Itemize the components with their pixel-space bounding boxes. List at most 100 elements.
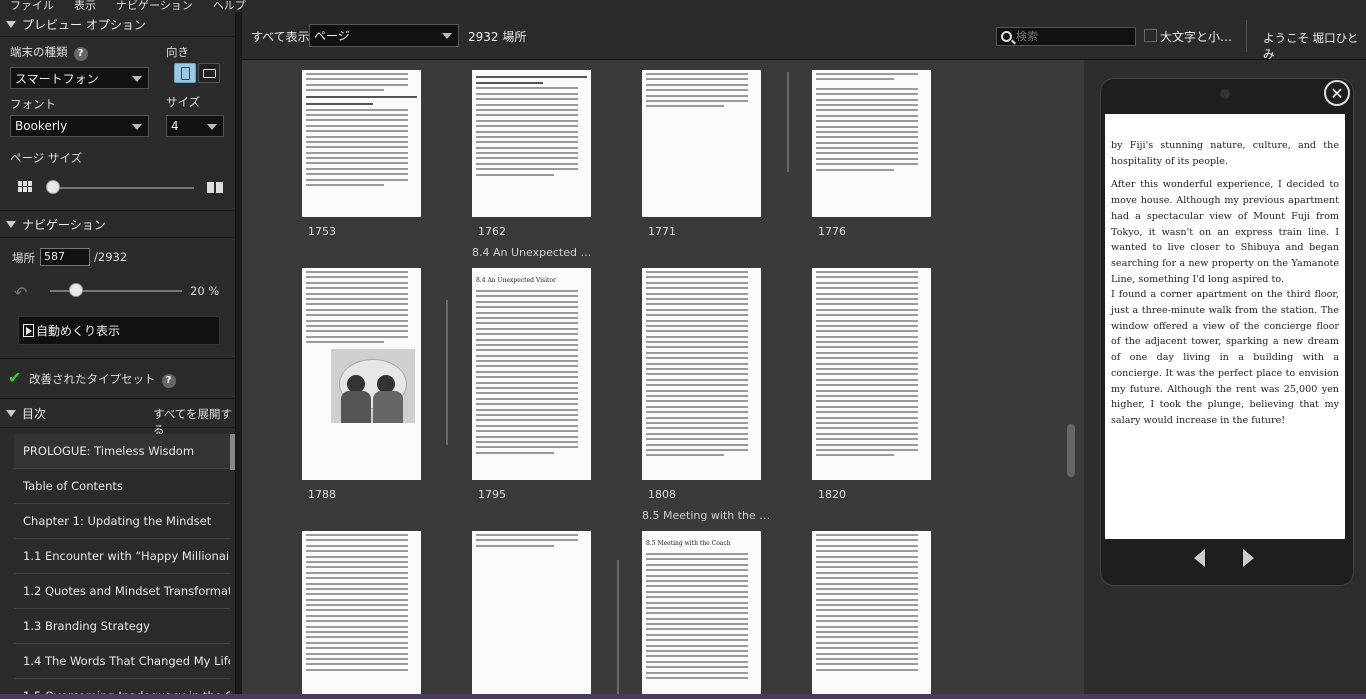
search-box[interactable]	[996, 27, 1136, 46]
toc-item[interactable]: 1.3 Branding Strategy	[14, 609, 230, 644]
previous-page-icon[interactable]	[1194, 549, 1205, 567]
device-preview-pane: ✕ by Fiji's stunning nature, culture, an…	[1084, 60, 1366, 694]
menu-help[interactable]: ヘルプ	[213, 0, 246, 12]
page-number: 1753	[308, 225, 336, 238]
phone-portrait-icon	[181, 67, 190, 80]
page-heading: 8.5 Meeting with the Coach	[646, 540, 731, 547]
preview-paragraph: I found a corner apartment on the third …	[1111, 289, 1339, 426]
match-case-checkbox[interactable]	[1144, 29, 1157, 42]
close-icon[interactable]: ✕	[1324, 80, 1350, 106]
divider	[0, 237, 235, 238]
navigation-header[interactable]: ナビゲーション	[0, 212, 235, 236]
chapter-marker[interactable]: 8.5 Meeting with the …	[642, 509, 770, 522]
phone-frame: ✕ by Fiji's stunning nature, culture, an…	[1100, 78, 1354, 586]
size-select[interactable]: 4	[166, 115, 224, 137]
page-number: 1776	[818, 225, 846, 238]
large-grid-icon[interactable]	[207, 182, 223, 193]
view-mode-select[interactable]: ページ	[309, 24, 459, 47]
show-all-label[interactable]: すべて表示	[251, 28, 310, 45]
page-grid: 1753 1762 1771 1776 8.4 An Unexpected … …	[242, 60, 1084, 694]
device-type-label: 端末の種類?	[10, 44, 88, 61]
page-thumbnail[interactable]: 8.4 An Unexpected Visitor	[472, 268, 591, 480]
help-icon[interactable]: ?	[161, 373, 176, 388]
small-grid-icon[interactable]	[18, 181, 32, 193]
page-thumbnail[interactable]	[472, 70, 591, 217]
chapter-marker[interactable]: 8.4 An Unexpected …	[472, 246, 591, 259]
page-heading: 8.4 An Unexpected Visitor	[476, 277, 556, 284]
preview-paragraph: After this wonderful experience, I decid…	[1111, 179, 1339, 285]
font-select[interactable]: Bookerly	[10, 115, 149, 137]
toolbar: すべて表示 ページ 2932 場所 大文字と小… ようこそ 堀口ひとみ	[242, 12, 1366, 61]
toc-item[interactable]: PROLOGUE: Timeless Wisdom	[14, 434, 230, 469]
orientation-label: 向き	[166, 45, 189, 59]
page-number: 1788	[308, 488, 336, 501]
divider	[0, 398, 235, 399]
device-type-select[interactable]: スマートフォン	[10, 67, 149, 89]
divider	[0, 210, 235, 211]
toc-item[interactable]: 1.4 The Words That Changed My Life…	[14, 644, 230, 679]
page-size-slider-track[interactable]	[52, 187, 194, 189]
progress-percent: 20 %	[190, 284, 220, 298]
menu-navigation[interactable]: ナビゲーション	[116, 0, 193, 12]
menu-file[interactable]: ファイル	[10, 0, 54, 12]
toc-item[interactable]: 1.2 Quotes and Mindset Transformation	[14, 574, 230, 609]
landscape-orientation-button[interactable]	[198, 63, 220, 83]
match-case-label: 大文字と小…	[1160, 30, 1233, 44]
location-input[interactable]: 587	[40, 248, 90, 266]
search-icon	[1001, 31, 1016, 45]
next-page-icon[interactable]	[1243, 549, 1254, 567]
location-count: 2932 場所	[468, 30, 527, 44]
phone-landscape-icon	[203, 69, 216, 78]
page-size-label: ページ サイズ	[10, 151, 83, 165]
checkmark-icon: ✔	[8, 368, 22, 387]
divider	[0, 358, 235, 359]
collapse-triangle-icon	[6, 409, 16, 417]
chapter-separator	[617, 560, 619, 694]
preview-options-header[interactable]: プレビュー オプション	[0, 12, 235, 36]
enhanced-typeset-label: 改善されたタイプセット?	[29, 371, 176, 388]
divider	[0, 36, 235, 37]
page-thumbnail[interactable]	[812, 531, 931, 694]
help-icon[interactable]: ?	[73, 46, 88, 61]
auto-flip-button[interactable]: 自動めくり表示	[18, 316, 220, 345]
progress-slider-knob[interactable]	[69, 283, 84, 297]
chevron-down-icon	[132, 76, 142, 82]
divider	[1246, 20, 1247, 52]
welcome-user: ようこそ 堀口ひとみ	[1263, 31, 1359, 61]
collapse-triangle-icon	[6, 220, 16, 228]
back-arrow-icon[interactable]: ↶	[14, 283, 27, 302]
collapse-triangle-icon	[6, 20, 16, 28]
camera-icon	[1220, 89, 1230, 99]
chevron-down-icon	[442, 33, 452, 39]
page-thumbnail[interactable]	[302, 268, 421, 480]
page-thumbnail[interactable]	[812, 268, 931, 480]
taskbar-strip	[0, 694, 1366, 699]
menu-view[interactable]: 表示	[74, 0, 96, 12]
page-thumbnail[interactable]: 8.5 Meeting with the Coach	[642, 531, 761, 694]
location-label: 場所	[12, 251, 35, 265]
page-number: 1795	[478, 488, 506, 501]
page-thumbnail[interactable]	[302, 70, 421, 217]
divider	[0, 427, 235, 428]
chapter-separator	[446, 300, 448, 445]
preview-paragraph: by Fiji's stunning nature, culture, and …	[1111, 140, 1339, 167]
menu-bar: ファイル 表示 ナビゲーション ヘルプ	[0, 0, 1366, 12]
portrait-orientation-button[interactable]	[174, 63, 196, 83]
page-thumbnail[interactable]	[302, 531, 421, 694]
chevron-down-icon	[207, 124, 217, 130]
page-thumbnail[interactable]	[812, 70, 931, 217]
search-input[interactable]	[1016, 30, 1126, 43]
toc-item[interactable]: Chapter 1: Updating the Mindset	[14, 504, 230, 539]
sidebar: プレビュー オプション 端末の種類? 向き スマートフォン フォント サイズ B…	[0, 12, 236, 699]
toc-scrollbar[interactable]	[230, 434, 235, 470]
page-grid-scrollbar[interactable]	[1067, 424, 1075, 477]
size-label: サイズ	[166, 95, 201, 109]
phone-screen: by Fiji's stunning nature, culture, and …	[1105, 114, 1345, 539]
page-size-slider-knob[interactable]	[46, 180, 60, 194]
page-number: 1762	[478, 225, 506, 238]
page-thumbnail[interactable]	[642, 268, 761, 480]
toc-item[interactable]: Table of Contents	[14, 469, 230, 504]
page-thumbnail[interactable]	[642, 70, 761, 217]
page-thumbnail[interactable]	[472, 531, 591, 694]
toc-item[interactable]: 1.1 Encounter with “Happy Millionaire”	[14, 539, 230, 574]
